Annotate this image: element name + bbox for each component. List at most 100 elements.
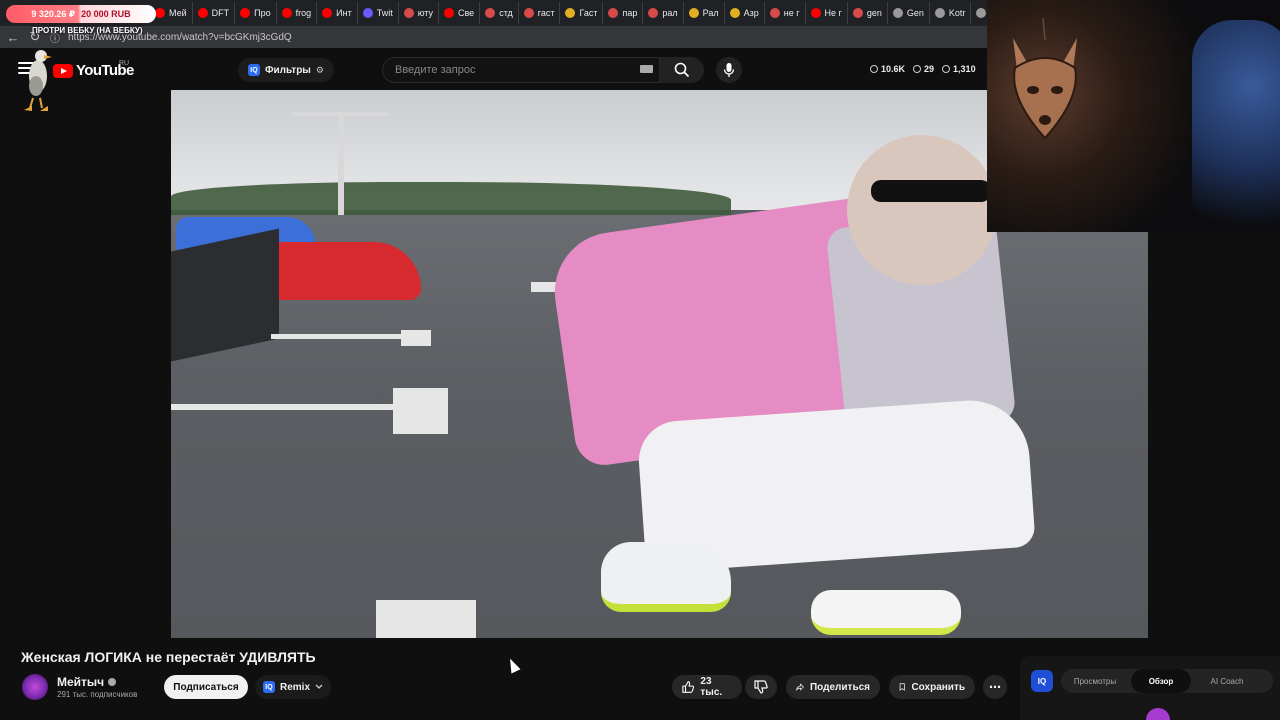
browser-tab-label: Kotr bbox=[948, 8, 966, 18]
browser-tab[interactable]: рал bbox=[643, 2, 684, 24]
iq-extension-icon[interactable]: IQ bbox=[1031, 670, 1053, 692]
save-button[interactable]: Сохранить bbox=[889, 675, 975, 699]
browser-tab-label: DFT bbox=[211, 8, 230, 18]
eye-icon bbox=[913, 65, 922, 73]
webcam-person bbox=[1192, 20, 1280, 232]
webcam-overlay bbox=[987, 0, 1280, 232]
video-dark-car bbox=[171, 228, 279, 362]
video-title: Женская ЛОГИКА не перестаёт УДИВЛЯТЬ bbox=[21, 649, 316, 665]
tab-favicon-icon bbox=[565, 8, 576, 18]
channel-avatar[interactable] bbox=[22, 674, 48, 700]
browser-tab-label: Мей bbox=[169, 8, 187, 18]
stat-views: 10.6K bbox=[870, 64, 905, 74]
browser-tab-label: пар bbox=[622, 8, 638, 18]
browser-tab-label: Twit bbox=[376, 8, 393, 18]
browser-tab-label: рал bbox=[662, 8, 678, 18]
tab-favicon-icon bbox=[852, 8, 863, 18]
share-button[interactable]: Поделиться bbox=[786, 675, 880, 699]
like-button[interactable]: 23 тыс. bbox=[672, 675, 742, 699]
browser-tab[interactable]: пар bbox=[603, 2, 644, 24]
browser-tab[interactable]: Све bbox=[439, 2, 481, 24]
fox-shirt-print-icon bbox=[1013, 18, 1077, 140]
voice-search-button[interactable] bbox=[716, 57, 742, 83]
address-bar: ← ↻ ⓘ https://www.youtube.com/watch?v=bc… bbox=[0, 26, 990, 48]
sliders-icon: ⚙ bbox=[315, 64, 324, 75]
video-person-glasses bbox=[871, 180, 991, 202]
browser-tab-label: Азр bbox=[743, 8, 759, 18]
extension-stats: 10.6K 29 1,310 bbox=[870, 64, 976, 74]
tab-favicon-icon bbox=[155, 8, 165, 18]
video-lane-line bbox=[401, 330, 431, 346]
stat-watching: 1,310 bbox=[942, 64, 976, 74]
video-trees bbox=[171, 182, 731, 218]
video-lane-line bbox=[393, 388, 448, 434]
tab-favicon-icon bbox=[934, 8, 945, 18]
search-button[interactable] bbox=[660, 57, 704, 83]
page-background-right bbox=[1148, 232, 1280, 638]
tab-favicon-icon bbox=[403, 8, 414, 18]
subscribe-button[interactable]: Подписаться bbox=[164, 675, 248, 699]
browser-tab[interactable]: frog bbox=[277, 2, 318, 24]
browser-tab[interactable]: Рал bbox=[684, 2, 725, 24]
more-actions-icon[interactable]: ⋯ bbox=[983, 675, 1007, 699]
browser-tab[interactable]: Gen bbox=[888, 2, 930, 24]
browser-tab[interactable]: не г bbox=[765, 2, 806, 24]
keyboard-icon[interactable] bbox=[640, 65, 653, 73]
browser-tab-label: gen bbox=[866, 8, 882, 18]
browser-tab-label: Гаст bbox=[579, 8, 598, 18]
tab-overview[interactable]: Обзор bbox=[1131, 669, 1191, 693]
browser-tab-label: гаст bbox=[537, 8, 555, 18]
clock-icon bbox=[870, 65, 878, 73]
browser-tab[interactable]: юту bbox=[399, 2, 439, 24]
search-input[interactable] bbox=[395, 64, 635, 76]
dislike-button[interactable] bbox=[745, 675, 777, 699]
filters-button[interactable]: IQ Фильтры ⚙ bbox=[238, 58, 334, 82]
browser-tab[interactable]: Twit bbox=[358, 2, 399, 24]
chevron-down-icon bbox=[315, 684, 323, 689]
browser-tab[interactable]: Про bbox=[235, 2, 277, 24]
tab-favicon-icon bbox=[322, 8, 333, 18]
video-lamp-arm bbox=[293, 112, 389, 116]
tab-favicon-icon bbox=[485, 8, 496, 18]
tab-favicon-icon bbox=[444, 8, 454, 18]
stream-overlay-text: ПРОТРИ ВЕБКУ (НА ВЕБКУ) bbox=[32, 26, 143, 35]
video-person-head bbox=[847, 135, 997, 285]
share-label: Поделиться bbox=[809, 681, 870, 693]
browser-tab-label: стд bbox=[499, 8, 513, 18]
remix-label: Remix bbox=[280, 681, 311, 693]
browser-tab[interactable]: Азр bbox=[725, 2, 765, 24]
tab-favicon-icon bbox=[688, 8, 699, 18]
goose-overlay-icon bbox=[24, 50, 52, 111]
video-person-shoe bbox=[811, 590, 961, 635]
browser-tab-label: не г bbox=[783, 8, 800, 18]
browser-tab[interactable]: гаст bbox=[519, 2, 561, 24]
youtube-play-icon bbox=[53, 63, 73, 78]
browser-tab-label: Све bbox=[458, 8, 475, 18]
remix-button[interactable]: IQ Remix bbox=[255, 675, 332, 699]
browser-tab[interactable]: Kotr bbox=[930, 2, 972, 24]
save-label: Сохранить bbox=[911, 681, 965, 693]
tab-favicon-icon bbox=[976, 8, 987, 18]
tab-views[interactable]: Просмотры bbox=[1064, 669, 1126, 693]
back-arrow-icon[interactable]: ← bbox=[4, 28, 22, 46]
browser-tab[interactable]: Гаст bbox=[560, 2, 604, 24]
stat-likes: 29 bbox=[913, 64, 934, 74]
browser-tab-label: Рал bbox=[702, 8, 719, 18]
browser-tab[interactable]: gen bbox=[848, 2, 888, 24]
region-code: RU bbox=[119, 60, 130, 67]
mouse-cursor-icon bbox=[505, 656, 521, 674]
donation-goal: 20 000 RUB bbox=[81, 9, 131, 19]
browser-tab[interactable]: Не г bbox=[806, 2, 848, 24]
browser-tab[interactable]: DFT bbox=[193, 2, 236, 24]
browser-tab[interactable]: Мей bbox=[150, 2, 193, 24]
browser-tab-label: Про bbox=[254, 8, 271, 18]
viewers-icon bbox=[942, 65, 951, 73]
tab-favicon-icon bbox=[769, 8, 780, 18]
iq-logo-icon: IQ bbox=[263, 681, 275, 693]
browser-tab[interactable]: Инт bbox=[317, 2, 358, 24]
tab-favicon-icon bbox=[892, 8, 903, 18]
tab-ai-coach[interactable]: AI Coach bbox=[1196, 669, 1258, 693]
channel-name[interactable]: Мейтыч bbox=[57, 675, 117, 689]
share-icon bbox=[796, 683, 804, 691]
browser-tab[interactable]: стд bbox=[480, 2, 519, 24]
